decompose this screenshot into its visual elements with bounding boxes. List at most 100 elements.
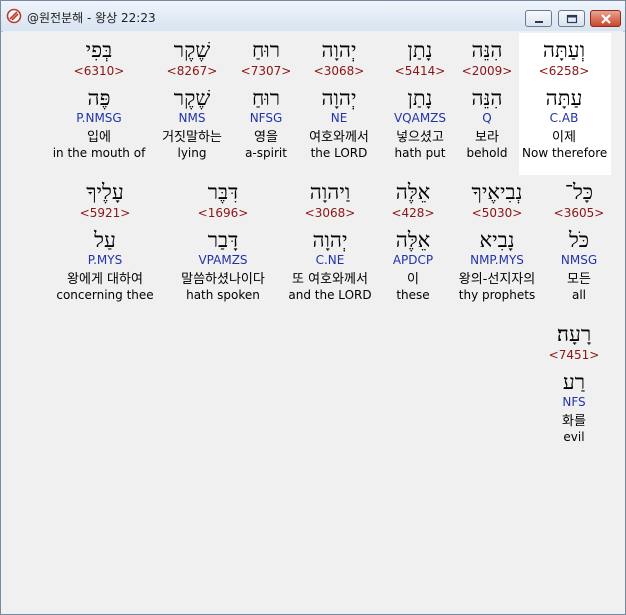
- minimize-button[interactable]: [525, 10, 552, 27]
- word-cell[interactable]: רוּחַ <7307> רוּחַ NFSG 영을 a-spirit: [236, 37, 296, 161]
- morphology-code: NFS: [562, 395, 586, 409]
- english-gloss: thy prophets: [458, 288, 536, 302]
- word-cell[interactable]: נְבִיאֶיךָ <5030> נָבִיא NMP.MYS 왕의-선지자의…: [449, 179, 545, 303]
- strong-number[interactable]: <3068>: [281, 205, 379, 221]
- morphology-code: NFSG: [249, 111, 283, 125]
- english-gloss: concerning thee: [56, 288, 154, 302]
- close-icon: [601, 14, 611, 24]
- lemma-word: יְהוָה: [321, 86, 357, 110]
- strong-number[interactable]: <2009>: [457, 63, 517, 79]
- korean-gloss: 왕의-선지자의: [458, 272, 536, 287]
- hebrew-word: רוּחַ: [251, 38, 281, 62]
- english-gloss: evil: [563, 430, 585, 444]
- strong-number[interactable]: <5921>: [55, 205, 155, 221]
- hebrew-word: נָתַן: [407, 38, 433, 62]
- strong-number[interactable]: <5414>: [385, 63, 455, 79]
- close-button[interactable]: [590, 10, 621, 27]
- strong-number[interactable]: <5030>: [449, 205, 545, 221]
- korean-gloss: 또 여호와께서: [292, 272, 368, 287]
- app-window: @원전분해 - 왕상 22:23 וְעַתָּה <6258> עַתָּה …: [0, 0, 626, 615]
- minimize-icon: [535, 21, 543, 23]
- morphology-code: Q: [482, 111, 492, 125]
- lemma-word: עַתָּה: [545, 86, 583, 110]
- hebrew-word: נְבִיאֶיךָ: [471, 180, 523, 204]
- word-cell[interactable]: נָתַן <5414> נָתַן VQAMZS 넣으셨고 hath put: [385, 37, 455, 161]
- window-title: @원전분해 - 왕상 22:23: [27, 11, 156, 25]
- lemma-word: רוּחַ: [251, 86, 281, 110]
- english-gloss: all: [571, 288, 587, 302]
- english-gloss: hath put: [394, 146, 446, 160]
- maximize-button[interactable]: [558, 10, 585, 27]
- morphology-code: APDCP: [392, 253, 434, 267]
- morphology-code: NMSG: [560, 253, 598, 267]
- lemma-word: עַל: [94, 228, 116, 252]
- word-cell[interactable]: שֶׁקֶר <8267> שֶׁקֶר NMS 거짓말하는 lying: [151, 37, 233, 161]
- korean-gloss: 거짓말하는: [162, 130, 222, 145]
- lemma-word: הִנֵּה: [471, 86, 503, 110]
- strong-number[interactable]: <3605>: [549, 205, 609, 221]
- lemma-word: שֶׁקֶר: [173, 86, 211, 110]
- strong-number[interactable]: <8267>: [151, 63, 233, 79]
- morphology-code: C.NE: [315, 253, 345, 267]
- english-gloss: Now therefore: [522, 146, 608, 160]
- korean-gloss: 이제: [552, 130, 576, 145]
- hebrew-word: יְהוָה: [321, 38, 357, 62]
- english-gloss: in the mouth of: [52, 146, 146, 160]
- lemma-word: אֵלֶּה: [395, 228, 431, 252]
- korean-gloss: 모든: [567, 272, 591, 287]
- hebrew-word: בְּפִי: [85, 38, 113, 62]
- strong-number[interactable]: <6310>: [51, 63, 147, 79]
- hebrew-word: כָּל־: [564, 180, 594, 204]
- korean-gloss: 영을: [254, 130, 278, 145]
- korean-gloss: 말씀하셨나이다: [181, 272, 265, 287]
- hebrew-word: וְעַתָּה: [542, 38, 586, 62]
- morphology-code: VQAMZS: [393, 111, 447, 125]
- strong-number[interactable]: <7451>: [541, 347, 607, 363]
- strong-number[interactable]: <3068>: [299, 63, 379, 79]
- word-cell[interactable]: אֵלֶּה <428> אֵלֶּה APDCP 이 these: [383, 179, 443, 303]
- word-cell[interactable]: יְהוָה <3068> יְהוָה NE 여호와께서 the LORD: [299, 37, 379, 161]
- lemma-word: פֶּה: [87, 86, 111, 110]
- app-emblem-icon: [6, 8, 22, 24]
- korean-gloss: 입에: [87, 130, 111, 145]
- morphology-code: P.NMSG: [76, 111, 122, 125]
- morphology-code: P.MYS: [87, 253, 123, 267]
- hebrew-word: אֵלֶּה: [395, 180, 431, 204]
- lemma-word: יְהוָה: [312, 228, 348, 252]
- hebrew-word: שֶׁקֶר: [173, 38, 211, 62]
- morphology-code: C.AB: [549, 111, 579, 125]
- english-gloss: behold: [466, 146, 508, 160]
- english-gloss: a-spirit: [245, 146, 287, 160]
- word-cell[interactable]: עָלֶיךָ <5921> עַל P.MYS 왕에게 대하여 concern…: [55, 179, 155, 303]
- word-cell[interactable]: בְּפִי <6310> פֶּה P.NMSG 입에 in the mout…: [51, 37, 147, 161]
- lemma-word: דָּבַר: [207, 228, 239, 252]
- word-cell[interactable]: וַיהוָה <3068> יְהוָה C.NE 또 여호와께서 and t…: [281, 179, 379, 303]
- strong-number[interactable]: <1696>: [173, 205, 273, 221]
- hebrew-word: וַיהוָה: [309, 180, 351, 204]
- morphology-code: NE: [330, 111, 348, 125]
- word-cell[interactable]: כָּל־ <3605> כֹּל NMSG 모든 all: [549, 179, 609, 303]
- hebrew-word: הִנֵּה: [471, 38, 503, 62]
- title-bar[interactable]: @원전분해 - 왕상 22:23: [1, 1, 625, 32]
- lemma-word: נָבִיא: [479, 228, 515, 252]
- korean-gloss: 보라: [475, 130, 499, 145]
- strong-number[interactable]: <6258>: [522, 63, 606, 79]
- morphology-code: NMP.MYS: [470, 253, 524, 267]
- morphology-code: VPAMZS: [198, 253, 248, 267]
- english-gloss: hath spoken: [186, 288, 260, 302]
- word-cell[interactable]: הִנֵּה <2009> הִנֵּה Q 보라 behold: [457, 37, 517, 161]
- word-cell[interactable]: רָעָה׃ <7451> רַע NFS 화를 evil: [541, 321, 607, 445]
- maximize-icon: [566, 14, 578, 24]
- strong-number[interactable]: <428>: [383, 205, 443, 221]
- interlinear-panel: וְעַתָּה <6258> עַתָּה C.AB 이제 Now there…: [3, 31, 623, 613]
- lemma-word: רַע: [562, 370, 586, 394]
- word-cell[interactable]: וְעַתָּה <6258> עַתָּה C.AB 이제 Now there…: [522, 37, 608, 161]
- english-gloss: and the LORD: [288, 288, 372, 302]
- english-gloss: the LORD: [310, 146, 368, 160]
- lemma-word: נָתַן: [407, 86, 433, 110]
- english-gloss: lying: [177, 146, 207, 160]
- strong-number[interactable]: <7307>: [236, 63, 296, 79]
- hebrew-word: עָלֶיךָ: [86, 180, 124, 204]
- word-cell[interactable]: דִּבֶּר <1696> דָּבַר VPAMZS 말씀하셨나이다 hat…: [173, 179, 273, 303]
- english-gloss: these: [396, 288, 430, 302]
